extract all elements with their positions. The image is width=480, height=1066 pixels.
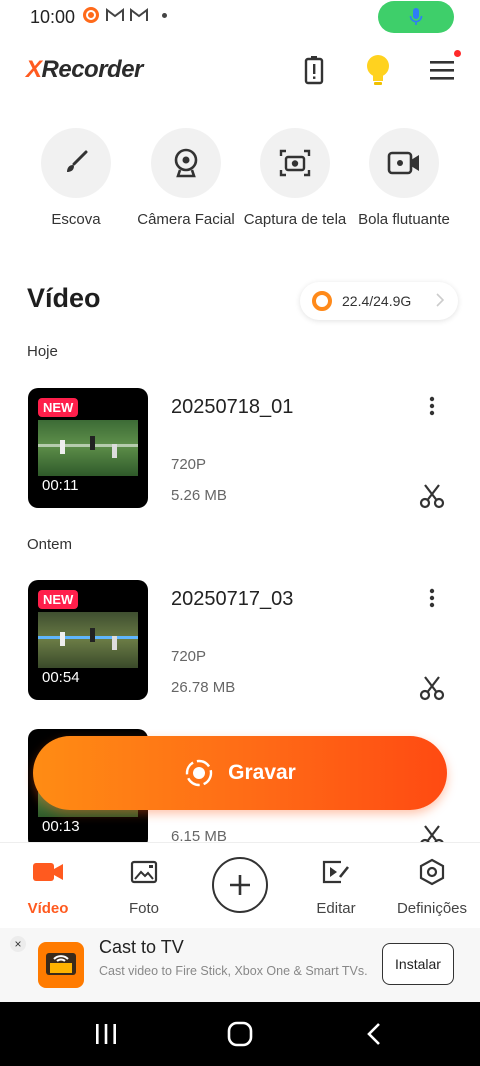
gmail-icon	[106, 6, 124, 24]
group-label: Hoje	[27, 343, 58, 360]
bottom-nav: Vídeo Foto Editar Definições	[0, 842, 480, 928]
chevron-right-icon	[436, 293, 444, 307]
floating-video-icon	[369, 128, 439, 198]
storage-indicator[interactable]: 22.4/24.9G	[300, 282, 458, 320]
c-app-icon	[82, 6, 100, 24]
more-options-icon[interactable]	[418, 392, 446, 420]
lightbulb-icon[interactable]	[360, 52, 396, 88]
mic-indicator[interactable]	[378, 1, 454, 33]
storage-text: 22.4/24.9G	[342, 293, 412, 309]
back-icon[interactable]	[354, 1018, 394, 1050]
ad-banner[interactable]: × Cast to TV Cast video to Fire Stick, X…	[0, 928, 480, 1002]
status-bar: 10:00	[0, 0, 480, 34]
video-duration: 00:13	[42, 818, 80, 835]
gmail-icon	[130, 6, 148, 24]
system-nav-bar	[0, 1002, 480, 1066]
app-header: XRecorder	[0, 42, 480, 98]
more-options-icon[interactable]	[418, 584, 446, 612]
nav-item-settings[interactable]: Definições	[384, 857, 480, 917]
nav-label: Definições	[396, 900, 468, 917]
scissors-icon[interactable]	[416, 672, 448, 704]
video-resolution: 720P	[171, 456, 207, 473]
battery-alert-icon[interactable]	[296, 52, 332, 88]
menu-notification-dot	[454, 50, 461, 57]
webcam-icon	[151, 128, 221, 198]
video-thumbnail[interactable]: NEW 00:11	[28, 388, 148, 508]
nav-item-edit[interactable]: Editar	[288, 857, 384, 917]
scissors-icon[interactable]	[416, 480, 448, 512]
video-resolution: 720P	[171, 648, 207, 665]
tool-floating-ball[interactable]: Bola flutuante	[344, 128, 464, 230]
video-thumbnail[interactable]: NEW 00:54	[28, 580, 148, 700]
new-badge: NEW	[38, 398, 79, 417]
video-name: 20250718_01	[171, 396, 294, 418]
thumbnail-image	[38, 420, 138, 476]
thumbnail-image	[38, 612, 138, 668]
video-item[interactable]: NEW 00:54 20250717_03 720P 26.78 MB	[0, 580, 480, 701]
home-icon[interactable]	[220, 1018, 260, 1050]
cast-tv-app-icon	[38, 942, 84, 988]
install-button[interactable]: Instalar	[382, 943, 454, 985]
record-button[interactable]: Gravar	[33, 736, 447, 810]
tool-label: Bola flutuante	[358, 211, 450, 228]
video-size: 5.26 MB	[171, 487, 227, 504]
add-circle-icon[interactable]	[212, 857, 268, 913]
app-logo: XRecorder	[26, 56, 143, 83]
ad-title: Cast to TV	[99, 937, 184, 957]
screenshot-camera-icon	[260, 128, 330, 198]
photo-icon	[96, 857, 192, 887]
tool-brush[interactable]: Escova	[16, 128, 136, 230]
ad-description: Cast video to Fire Stick, Xbox One & Sma…	[99, 964, 368, 978]
status-icons	[82, 6, 167, 24]
tool-screenshot[interactable]: Captura de tela	[235, 128, 355, 230]
tool-face-camera[interactable]: Câmera Facial	[126, 128, 246, 230]
nav-item-video[interactable]: Vídeo	[0, 857, 96, 917]
nav-label: Editar	[316, 900, 356, 917]
video-duration: 00:54	[42, 669, 80, 686]
video-name: 20250717_03	[171, 588, 294, 610]
status-time: 10:00	[30, 7, 76, 27]
tool-label: Câmera Facial	[137, 211, 235, 228]
page-title: Vídeo	[27, 283, 101, 313]
hamburger-menu-icon[interactable]	[424, 52, 460, 88]
record-icon	[185, 759, 213, 787]
nav-item-photo[interactable]: Foto	[96, 857, 192, 917]
group-label: Ontem	[27, 536, 73, 553]
close-icon[interactable]: ×	[10, 936, 26, 952]
video-item[interactable]: NEW 00:11 20250718_01 720P 5.26 MB	[0, 388, 480, 509]
edit-video-icon	[288, 857, 384, 887]
nav-label: Foto	[128, 900, 159, 917]
settings-hexagon-icon	[384, 857, 480, 887]
tool-label: Captura de tela	[243, 211, 347, 228]
notification-dot	[162, 12, 167, 18]
video-size: 26.78 MB	[171, 679, 236, 696]
recent-apps-icon[interactable]	[86, 1018, 126, 1050]
record-label: Gravar	[228, 761, 296, 784]
storage-ring-icon	[312, 291, 332, 311]
microphone-icon	[409, 8, 423, 25]
nav-label: Vídeo	[27, 900, 69, 917]
new-badge: NEW	[38, 590, 79, 609]
video-camera-icon	[0, 857, 96, 887]
brush-icon	[41, 128, 111, 198]
tool-label: Escova	[51, 211, 101, 228]
video-duration: 00:11	[42, 477, 79, 494]
